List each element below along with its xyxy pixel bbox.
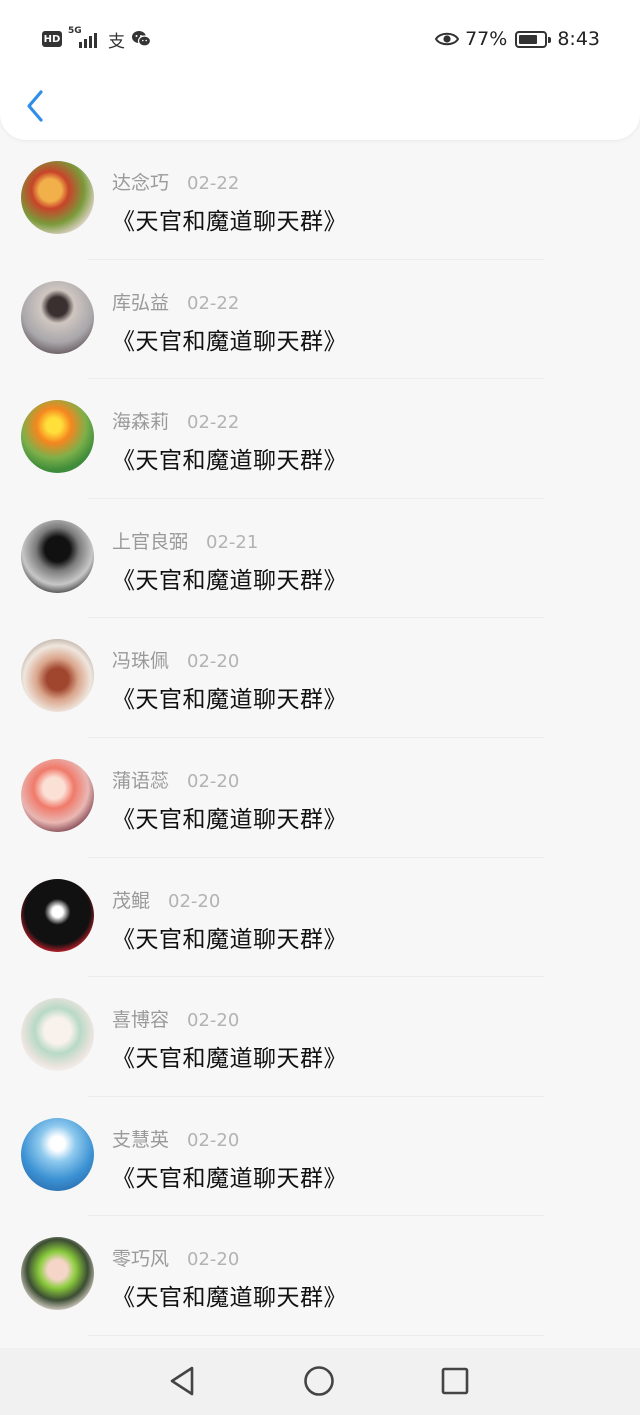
- message-text: 《天官和魔道聊天群》: [112, 687, 347, 714]
- nav-back-button[interactable]: [166, 1364, 200, 1398]
- sender-name: 蒲语蕊: [112, 769, 170, 792]
- sender-name: 支慧英: [112, 1128, 170, 1151]
- alipay-icon: 支: [108, 31, 125, 52]
- message-text: 《天官和魔道聊天群》: [112, 1285, 347, 1312]
- message-date: 02-22: [187, 173, 240, 194]
- message-row[interactable]: 茂鲲 02-20 《天官和魔道聊天群》: [0, 858, 640, 978]
- sender-name: 茂鲲: [112, 889, 151, 912]
- message-text: 《天官和魔道聊天群》: [112, 209, 347, 235]
- screen: HD 5G 支 77% 8:43 达念巧 02-22 《天官和魔道聊天群》 库弘…: [0, 0, 640, 1415]
- message-meta: 零巧风 02-20: [112, 1244, 239, 1271]
- sender-name: 上官良弼: [112, 530, 189, 553]
- message-meta: 冯珠佩 02-20: [112, 646, 239, 673]
- message-row[interactable]: 喜博容 02-20 《天官和魔道聊天群》: [0, 977, 640, 1097]
- signal-icon: 5G: [68, 26, 100, 49]
- message-list: 达念巧 02-22 《天官和魔道聊天群》 库弘益 02-22 《天官和魔道聊天群…: [0, 140, 640, 1336]
- avatar[interactable]: [21, 280, 94, 354]
- avatar[interactable]: [21, 519, 94, 593]
- battery-icon: [515, 30, 552, 48]
- message-text: 《天官和魔道聊天群》: [112, 1046, 347, 1073]
- status-left: HD 5G 支: [42, 26, 151, 52]
- message-meta: 茂鲲 02-20: [112, 886, 220, 913]
- avatar[interactable]: [21, 1237, 94, 1311]
- clock: 8:43: [557, 28, 600, 50]
- message-text: 《天官和魔道聊天群》: [112, 806, 347, 833]
- message-row[interactable]: 支慧英 02-20 《天官和魔道聊天群》: [0, 1097, 640, 1217]
- sender-name: 达念巧: [112, 172, 170, 194]
- message-text: 《天官和魔道聊天群》: [112, 1165, 347, 1192]
- battery-percent: 77%: [465, 28, 508, 50]
- message-row[interactable]: 达念巧 02-22 《天官和魔道聊天群》: [0, 140, 640, 260]
- message-row[interactable]: 零巧风 02-20 《天官和魔道聊天群》: [0, 1216, 640, 1336]
- back-chevron-icon: [27, 90, 43, 122]
- message-date: 02-22: [187, 412, 240, 434]
- divider: [88, 1334, 544, 1336]
- message-text: 《天官和魔道聊天群》: [112, 448, 347, 475]
- message-meta: 喜博容 02-20: [112, 1005, 239, 1032]
- message-meta: 海森莉 02-22: [112, 407, 239, 434]
- hd-icon: HD: [42, 31, 62, 47]
- home-circle-icon: [304, 1366, 334, 1396]
- avatar[interactable]: [21, 400, 94, 474]
- message-date: 02-20: [187, 770, 240, 792]
- avatar[interactable]: [21, 758, 94, 832]
- message-date: 02-20: [168, 890, 221, 912]
- message-row[interactable]: 上官良弼 02-21 《天官和魔道聊天群》: [0, 499, 640, 619]
- message-meta: 库弘益 02-22: [112, 288, 239, 315]
- avatar[interactable]: [21, 878, 94, 952]
- message-date: 02-22: [187, 292, 240, 314]
- sender-name: 海森莉: [112, 411, 170, 434]
- message-text: 《天官和魔道聊天群》: [112, 926, 347, 953]
- back-triangle-icon: [170, 1366, 194, 1396]
- sender-name: 喜博容: [112, 1009, 170, 1032]
- wechat-icon: [132, 31, 151, 47]
- nav-home-button[interactable]: [302, 1364, 336, 1398]
- message-meta: 蒲语蕊 02-20: [112, 766, 239, 793]
- sender-name: 库弘益: [112, 291, 170, 314]
- message-meta: 达念巧 02-22: [112, 168, 239, 195]
- avatar[interactable]: [21, 1117, 94, 1191]
- sender-name: 冯珠佩: [112, 650, 170, 673]
- nav-recents-button[interactable]: [438, 1364, 472, 1398]
- battery-fill: [519, 34, 538, 44]
- message-meta: 上官良弼 02-21: [112, 527, 258, 554]
- avatar[interactable]: [21, 161, 94, 234]
- status-bar: HD 5G 支 77% 8:43: [0, 0, 640, 76]
- avatar[interactable]: [21, 998, 94, 1072]
- message-row[interactable]: 蒲语蕊 02-20 《天官和魔道聊天群》: [0, 738, 640, 858]
- message-text: 《天官和魔道聊天群》: [112, 567, 347, 594]
- message-meta: 支慧英 02-20: [112, 1125, 239, 1152]
- header-bar: HD 5G 支 77% 8:43: [0, 0, 640, 140]
- message-date: 02-20: [187, 651, 240, 673]
- message-row[interactable]: 海森莉 02-22 《天官和魔道聊天群》: [0, 379, 640, 499]
- message-date: 02-20: [187, 1010, 240, 1032]
- system-nav-bar: [0, 1348, 640, 1415]
- status-right: 77% 8:43: [435, 26, 600, 52]
- sender-name: 零巧风: [112, 1248, 170, 1271]
- message-row[interactable]: 库弘益 02-22 《天官和魔道聊天群》: [0, 260, 640, 380]
- message-date: 02-20: [187, 1129, 240, 1151]
- back-button[interactable]: [20, 86, 50, 126]
- recents-square-icon: [441, 1367, 469, 1395]
- avatar[interactable]: [21, 639, 94, 713]
- message-text: 《天官和魔道聊天群》: [112, 328, 347, 355]
- eye-icon: [435, 32, 460, 46]
- message-row[interactable]: 冯珠佩 02-20 《天官和魔道聊天群》: [0, 618, 640, 738]
- message-date: 02-20: [187, 1249, 240, 1271]
- message-date: 02-21: [206, 531, 259, 553]
